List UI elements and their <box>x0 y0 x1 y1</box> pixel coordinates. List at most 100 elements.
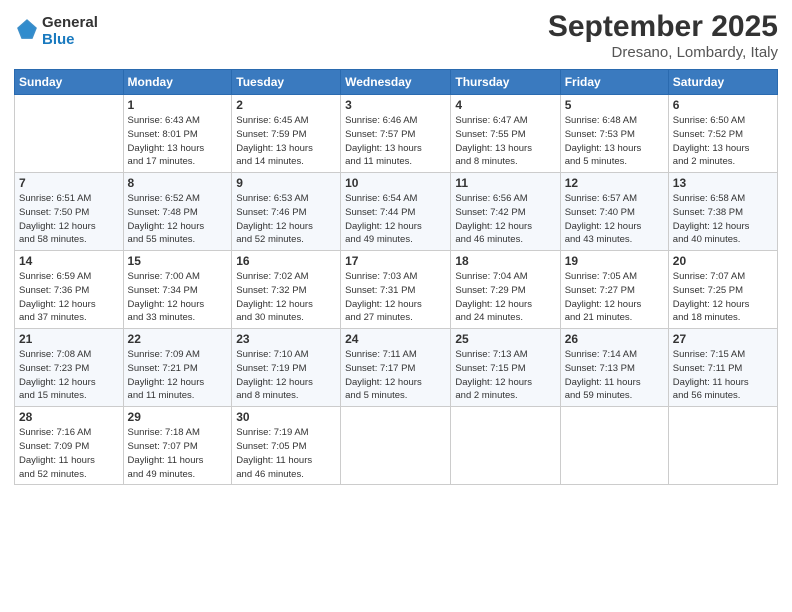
day-number: 5 <box>565 98 664 112</box>
day-info: Sunrise: 7:16 AM Sunset: 7:09 PM Dayligh… <box>19 426 119 481</box>
day-number: 14 <box>19 254 119 268</box>
header: General Blue September 2025 Dresano, Lom… <box>14 10 778 61</box>
logo-blue-text: Blue <box>42 31 75 48</box>
day-info: Sunrise: 6:51 AM Sunset: 7:50 PM Dayligh… <box>19 192 119 247</box>
table-row <box>560 407 668 485</box>
day-number: 17 <box>345 254 446 268</box>
table-row: 13 Sunrise: 6:58 AM Sunset: 7:38 PM Dayli… <box>668 173 777 251</box>
table-row: 21Sunrise: 7:08 AM Sunset: 7:23 PM Dayli… <box>15 329 124 407</box>
day-number: 15 <box>128 254 228 268</box>
table-row: 5 Sunrise: 6:48 AM Sunset: 7:53 PM Daylig… <box>560 95 668 173</box>
table-row: 15 Sunrise: 7:00 AM Sunset: 7:34 PM Dayli… <box>123 251 232 329</box>
day-number: 26 <box>565 332 664 346</box>
day-number: 20 <box>673 254 773 268</box>
day-number: 16 <box>236 254 336 268</box>
table-row: 4Sunrise: 6:47 AM Sunset: 7:55 PM Daylig… <box>451 95 560 173</box>
day-info: Sunrise: 7:10 AM Sunset: 7:19 PM Dayligh… <box>236 348 336 403</box>
table-row: 20 Sunrise: 7:07 AM Sunset: 7:25 PM Dayli… <box>668 251 777 329</box>
table-row <box>341 407 451 485</box>
day-number: 1 <box>128 98 228 112</box>
table-row: 10 Sunrise: 6:54 AM Sunset: 7:44 PM Dayli… <box>341 173 451 251</box>
col-friday: Friday <box>560 70 668 95</box>
table-row: 12Sunrise: 6:57 AM Sunset: 7:40 PM Dayli… <box>560 173 668 251</box>
logo-general-text: General <box>42 14 98 31</box>
table-row: 22 Sunrise: 7:09 AM Sunset: 7:21 PM Dayli… <box>123 329 232 407</box>
day-number: 4 <box>455 98 555 112</box>
day-number: 6 <box>673 98 773 112</box>
day-info: Sunrise: 7:08 AM Sunset: 7:23 PM Dayligh… <box>19 348 119 403</box>
day-number: 7 <box>19 176 119 190</box>
table-row: 6 Sunrise: 6:50 AM Sunset: 7:52 PM Daylig… <box>668 95 777 173</box>
day-info: Sunrise: 7:04 AM Sunset: 7:29 PM Dayligh… <box>455 270 555 325</box>
location: Dresano, Lombardy, Italy <box>548 44 778 61</box>
title-block: September 2025 Dresano, Lombardy, Italy <box>548 10 778 61</box>
day-number: 8 <box>128 176 228 190</box>
day-info: Sunrise: 6:54 AM Sunset: 7:44 PM Dayligh… <box>345 192 446 247</box>
table-row: 9Sunrise: 6:53 AM Sunset: 7:46 PM Daylig… <box>232 173 341 251</box>
day-info: Sunrise: 7:07 AM Sunset: 7:25 PM Dayligh… <box>673 270 773 325</box>
day-info: Sunrise: 7:15 AM Sunset: 7:11 PM Dayligh… <box>673 348 773 403</box>
day-number: 9 <box>236 176 336 190</box>
page: General Blue September 2025 Dresano, Lom… <box>0 0 792 612</box>
day-info: Sunrise: 6:59 AM Sunset: 7:36 PM Dayligh… <box>19 270 119 325</box>
col-tuesday: Tuesday <box>232 70 341 95</box>
logo: General Blue <box>14 14 98 49</box>
table-row: 24 Sunrise: 7:11 AM Sunset: 7:17 PM Dayli… <box>341 329 451 407</box>
logo-icon <box>16 18 38 40</box>
day-info: Sunrise: 7:13 AM Sunset: 7:15 PM Dayligh… <box>455 348 555 403</box>
day-info: Sunrise: 6:58 AM Sunset: 7:38 PM Dayligh… <box>673 192 773 247</box>
table-row: 3 Sunrise: 6:46 AM Sunset: 7:57 PM Daylig… <box>341 95 451 173</box>
day-info: Sunrise: 7:00 AM Sunset: 7:34 PM Dayligh… <box>128 270 228 325</box>
day-number: 28 <box>19 410 119 424</box>
day-info: Sunrise: 6:52 AM Sunset: 7:48 PM Dayligh… <box>128 192 228 247</box>
calendar-header-row: Sunday Monday Tuesday Wednesday Thursday… <box>15 70 778 95</box>
day-info: Sunrise: 6:46 AM Sunset: 7:57 PM Dayligh… <box>345 114 446 169</box>
table-row: 29 Sunrise: 7:18 AM Sunset: 7:07 PM Dayli… <box>123 407 232 485</box>
table-row <box>668 407 777 485</box>
day-number: 29 <box>128 410 228 424</box>
day-number: 24 <box>345 332 446 346</box>
day-number: 13 <box>673 176 773 190</box>
table-row: 8 Sunrise: 6:52 AM Sunset: 7:48 PM Daylig… <box>123 173 232 251</box>
table-row: 23Sunrise: 7:10 AM Sunset: 7:19 PM Dayli… <box>232 329 341 407</box>
day-number: 10 <box>345 176 446 190</box>
day-number: 3 <box>345 98 446 112</box>
col-saturday: Saturday <box>668 70 777 95</box>
day-info: Sunrise: 6:50 AM Sunset: 7:52 PM Dayligh… <box>673 114 773 169</box>
day-number: 22 <box>128 332 228 346</box>
table-row <box>15 95 124 173</box>
day-info: Sunrise: 7:19 AM Sunset: 7:05 PM Dayligh… <box>236 426 336 481</box>
col-sunday: Sunday <box>15 70 124 95</box>
table-row: 19 Sunrise: 7:05 AM Sunset: 7:27 PM Dayli… <box>560 251 668 329</box>
month-title: September 2025 <box>548 10 778 44</box>
table-row: 1 Sunrise: 6:43 AM Sunset: 8:01 PM Daylig… <box>123 95 232 173</box>
day-info: Sunrise: 6:48 AM Sunset: 7:53 PM Dayligh… <box>565 114 664 169</box>
table-row: 7 Sunrise: 6:51 AM Sunset: 7:50 PM Daylig… <box>15 173 124 251</box>
day-info: Sunrise: 7:02 AM Sunset: 7:32 PM Dayligh… <box>236 270 336 325</box>
table-row: 14 Sunrise: 6:59 AM Sunset: 7:36 PM Dayli… <box>15 251 124 329</box>
col-wednesday: Wednesday <box>341 70 451 95</box>
calendar-table: Sunday Monday Tuesday Wednesday Thursday… <box>14 69 778 485</box>
table-row: 30Sunrise: 7:19 AM Sunset: 7:05 PM Dayli… <box>232 407 341 485</box>
table-row: 26Sunrise: 7:14 AM Sunset: 7:13 PM Dayli… <box>560 329 668 407</box>
day-info: Sunrise: 7:05 AM Sunset: 7:27 PM Dayligh… <box>565 270 664 325</box>
day-number: 11 <box>455 176 555 190</box>
col-monday: Monday <box>123 70 232 95</box>
day-info: Sunrise: 7:09 AM Sunset: 7:21 PM Dayligh… <box>128 348 228 403</box>
day-info: Sunrise: 7:03 AM Sunset: 7:31 PM Dayligh… <box>345 270 446 325</box>
table-row: 25 Sunrise: 7:13 AM Sunset: 7:15 PM Dayli… <box>451 329 560 407</box>
table-row: 18Sunrise: 7:04 AM Sunset: 7:29 PM Dayli… <box>451 251 560 329</box>
day-number: 12 <box>565 176 664 190</box>
table-row: 11 Sunrise: 6:56 AM Sunset: 7:42 PM Dayli… <box>451 173 560 251</box>
day-number: 25 <box>455 332 555 346</box>
day-info: Sunrise: 6:56 AM Sunset: 7:42 PM Dayligh… <box>455 192 555 247</box>
day-info: Sunrise: 6:43 AM Sunset: 8:01 PM Dayligh… <box>128 114 228 169</box>
day-info: Sunrise: 7:11 AM Sunset: 7:17 PM Dayligh… <box>345 348 446 403</box>
col-thursday: Thursday <box>451 70 560 95</box>
table-row: 17 Sunrise: 7:03 AM Sunset: 7:31 PM Dayli… <box>341 251 451 329</box>
day-number: 27 <box>673 332 773 346</box>
table-row: 16 Sunrise: 7:02 AM Sunset: 7:32 PM Dayli… <box>232 251 341 329</box>
table-row <box>451 407 560 485</box>
day-number: 19 <box>565 254 664 268</box>
day-info: Sunrise: 7:18 AM Sunset: 7:07 PM Dayligh… <box>128 426 228 481</box>
